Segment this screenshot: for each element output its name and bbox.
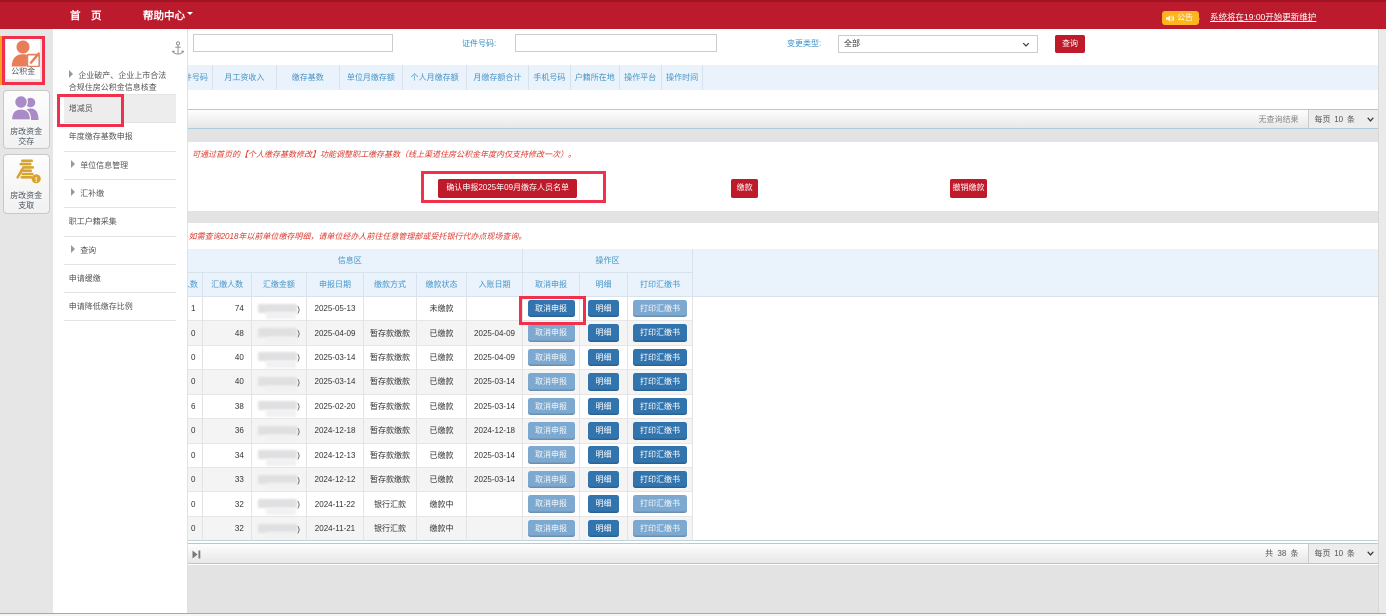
svg-text:!: ! [35, 177, 37, 184]
